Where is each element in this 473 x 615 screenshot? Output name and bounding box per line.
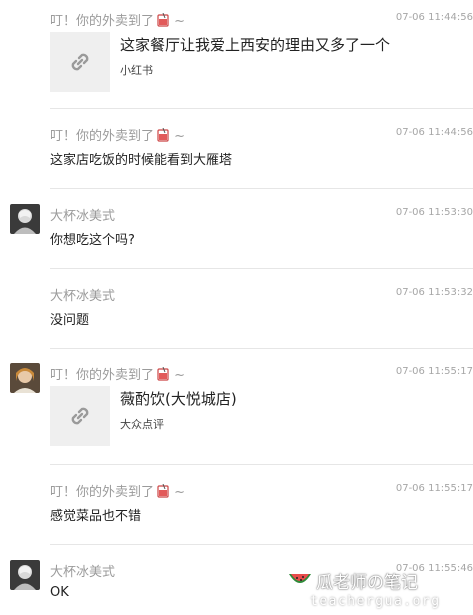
sender-name[interactable]: 大杯冰美式 xyxy=(50,561,115,580)
sender-name[interactable]: 叮！你的外卖到了 ~ xyxy=(50,10,185,29)
message-text: 这家店吃饭的时候能看到大雁塔 xyxy=(50,153,233,168)
message-text: 感觉菜品也不错 xyxy=(50,509,142,524)
message-text: 你想吃这个吗? xyxy=(50,233,135,248)
message-time: 07-06 11:44:56 xyxy=(395,127,473,138)
sender-name[interactable]: 大杯冰美式 xyxy=(50,205,115,224)
message-text: OK xyxy=(50,585,69,600)
message-time: 07-06 11:53:32 xyxy=(395,287,473,298)
link-icon xyxy=(71,53,89,71)
drink-cup-icon xyxy=(156,483,170,498)
drink-cup-icon xyxy=(156,127,170,142)
link-icon xyxy=(71,407,89,425)
divider xyxy=(50,268,473,269)
message-time: 07-06 11:55:17 xyxy=(395,483,473,494)
drink-cup-icon xyxy=(156,366,170,381)
sender-name[interactable]: 叮！你的外卖到了 ~ xyxy=(50,364,185,383)
watermark: 瓜老师の笔记 teachergua.org xyxy=(286,566,473,615)
avatar[interactable] xyxy=(10,560,40,590)
message-time: 07-06 11:53:30 xyxy=(395,207,473,218)
watermelon-icon xyxy=(289,574,311,583)
avatar[interactable] xyxy=(10,363,40,393)
drink-cup-icon xyxy=(156,12,170,27)
link-thumbnail xyxy=(50,386,110,446)
link-source: 大众点评 xyxy=(120,418,164,431)
message-time: 07-06 11:55:17 xyxy=(395,366,473,377)
message-time: 07-06 11:44:56 xyxy=(395,12,473,23)
sender-name[interactable]: 叮！你的外卖到了 ~ xyxy=(50,481,185,500)
divider xyxy=(50,108,473,109)
avatar[interactable] xyxy=(10,204,40,234)
sender-name[interactable]: 大杯冰美式 xyxy=(50,285,115,304)
link-card[interactable]: 这家餐厅让我爱上西安的理由又多了一个 小红书 xyxy=(50,32,473,92)
link-title: 这家餐厅让我爱上西安的理由又多了一个 xyxy=(120,36,391,54)
message-text: 没问题 xyxy=(50,313,90,328)
link-source: 小红书 xyxy=(120,64,153,77)
divider xyxy=(50,188,473,189)
watermark-url: teachergua.org xyxy=(310,594,441,609)
link-card[interactable]: 薇酌饮(大悦城店) 大众点评 xyxy=(50,386,473,446)
link-thumbnail xyxy=(50,32,110,92)
watermark-title: 瓜老师の笔记 xyxy=(316,573,418,593)
sender-name[interactable]: 叮！你的外卖到了 ~ xyxy=(50,125,185,144)
divider xyxy=(50,464,473,465)
divider xyxy=(50,544,473,545)
link-title: 薇酌饮(大悦城店) xyxy=(120,390,237,408)
divider xyxy=(50,348,473,349)
